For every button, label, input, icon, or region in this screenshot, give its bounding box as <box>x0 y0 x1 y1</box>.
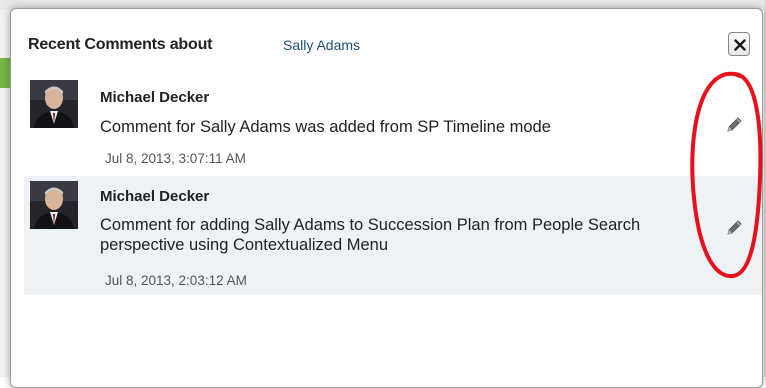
dialog-header: Recent Comments about Sally Adams <box>11 9 762 69</box>
subject-name-link[interactable]: Sally Adams <box>283 37 360 53</box>
dialog-title: Recent Comments about <box>28 36 213 53</box>
close-icon <box>734 39 746 51</box>
comment-item: Michael Decker Comment for Sally Adams w… <box>24 73 762 176</box>
comment-timestamp: Jul 8, 2013, 2:03:12 AM <box>105 273 247 288</box>
comment-author: Michael Decker <box>100 188 210 205</box>
comment-text: Comment for Sally Adams was added from S… <box>100 118 551 136</box>
comments-list: Michael Decker Comment for Sally Adams w… <box>24 73 762 295</box>
close-button[interactable] <box>728 32 750 56</box>
comment-text: Comment for adding Sally Adams to Succes… <box>100 216 641 254</box>
annotation-ellipse <box>690 71 763 279</box>
recent-comments-dialog: Recent Comments about Sally Adams Michae… <box>10 8 763 388</box>
comment-author: Michael Decker <box>100 89 210 106</box>
avatar <box>30 80 78 128</box>
comment-timestamp: Jul 8, 2013, 3:07:11 AM <box>105 151 246 166</box>
comment-item: Michael Decker Comment for adding Sally … <box>24 176 762 295</box>
avatar <box>30 181 78 229</box>
